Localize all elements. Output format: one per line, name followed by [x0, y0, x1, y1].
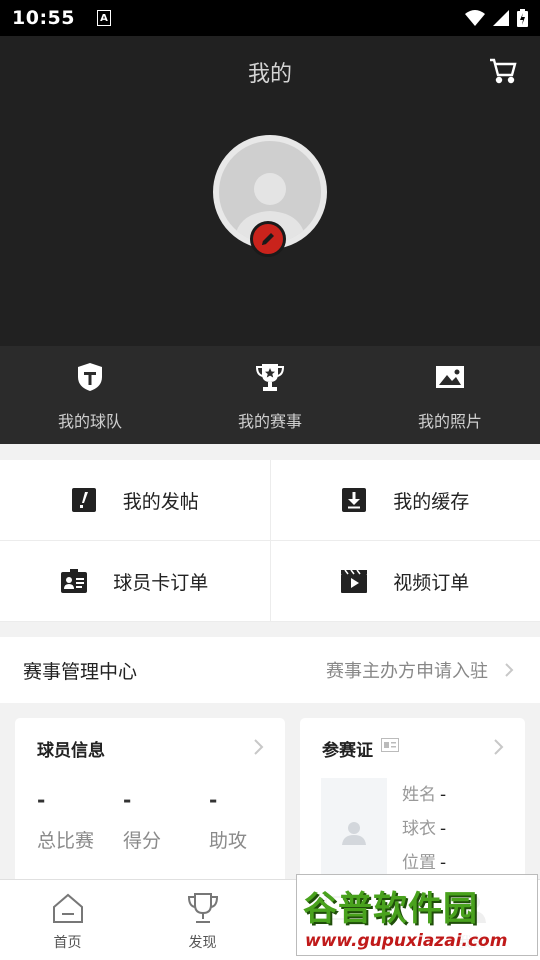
stat-label: 总比赛 [37, 830, 95, 852]
stat-total-games: - 总比赛 [37, 788, 99, 853]
field-label: 位置 [402, 853, 436, 873]
chevron-right-icon [494, 739, 504, 755]
action-grid: 我的发帖 我的缓存 球员卡订单 视频订单 [0, 460, 540, 622]
pencil-icon [262, 233, 274, 245]
trophy-icon [255, 362, 285, 392]
field-name: 姓名 - [402, 780, 446, 814]
battery-icon [517, 9, 528, 27]
watermark-title: 谷普软件园 [303, 889, 478, 929]
notification-icon: A [96, 10, 111, 26]
edit-avatar-button[interactable] [250, 221, 286, 257]
grid-row: 球员卡订单 视频订单 [0, 541, 540, 622]
event-management-title: 赛事管理中心 [23, 660, 138, 683]
quick-label-events: 我的赛事 [237, 412, 302, 431]
stat-value: - [123, 788, 132, 812]
id-card-icon [381, 738, 399, 752]
field-label: 姓名 [402, 785, 436, 805]
profile-header: 我的 [0, 36, 540, 346]
pass-card-title: 参赛证 [322, 741, 373, 761]
player-card-icon [61, 568, 88, 594]
organizer-apply-link[interactable]: 赛事主办方申请入驻 [326, 657, 488, 683]
event-management-row[interactable]: 赛事管理中心 赛事主办方申请入驻 [0, 637, 540, 703]
tab-label-discover: 发现 [188, 935, 217, 951]
signal-icon [493, 10, 509, 26]
video-icon [341, 568, 368, 594]
field-jersey: 球衣 - [402, 814, 446, 848]
page-title: 我的 [247, 62, 292, 87]
status-indicators [465, 9, 528, 27]
image-icon [435, 362, 465, 392]
my-photos-item[interactable]: 我的照片 [360, 346, 540, 444]
shield-t-icon [75, 362, 105, 392]
quick-nav: 我的球队 我的赛事 我的照片 [0, 346, 540, 444]
player-card-orders-button[interactable]: 球员卡订单 [0, 541, 270, 621]
stat-assists: - 助攻 [209, 788, 271, 853]
watermark-url: www.gupuxiazai.com [305, 931, 508, 951]
status-time: 10:55 [12, 7, 75, 29]
tab-label-home: 首页 [53, 935, 82, 951]
wifi-icon [465, 10, 485, 26]
grid-row: 我的发帖 我的缓存 [0, 460, 540, 541]
tab-discover[interactable]: 发现 [135, 880, 270, 960]
grid-label-card-orders: 球员卡订单 [113, 571, 209, 594]
player-photo-placeholder [321, 778, 387, 888]
tab-home[interactable]: 首页 [0, 880, 135, 960]
grid-label-posts: 我的发帖 [122, 490, 199, 513]
avatar[interactable] [213, 135, 327, 257]
stat-points: - 得分 [123, 788, 185, 853]
player-info-title: 球员信息 [37, 741, 105, 761]
field-value: - [440, 785, 447, 805]
cart-icon [490, 58, 517, 84]
quick-label-team: 我的球队 [57, 412, 122, 431]
download-icon [341, 487, 367, 513]
stat-value: - [37, 788, 46, 812]
quick-label-photos: 我的照片 [417, 412, 482, 431]
chevron-right-icon [504, 660, 518, 680]
grid-label-video-orders: 视频订单 [393, 571, 470, 594]
stat-value: - [209, 788, 218, 812]
chevron-right-icon [254, 739, 264, 755]
participant-pass-card[interactable]: 参赛证 姓名 - 球衣 - 位置 - [300, 718, 525, 888]
field-label: 球衣 [402, 819, 436, 839]
watermark-overlay: 谷普软件园 www.gupuxiazai.com [296, 874, 538, 956]
player-info-card[interactable]: 球员信息 - 总比赛 - 得分 - 助攻 [15, 718, 285, 888]
person-placeholder-icon [342, 822, 366, 845]
pass-fields: 姓名 - 球衣 - 位置 - [402, 780, 446, 882]
my-team-item[interactable]: 我的球队 [0, 346, 180, 444]
field-value: - [440, 819, 447, 839]
cart-button[interactable] [488, 56, 518, 86]
player-stats: - 总比赛 - 得分 - 助攻 [37, 788, 271, 853]
status-bar: 10:55 A [0, 0, 540, 36]
discover-trophy-icon [185, 890, 221, 926]
stat-label: 助攻 [209, 830, 248, 852]
my-events-item[interactable]: 我的赛事 [180, 346, 360, 444]
stat-label: 得分 [123, 830, 162, 852]
my-cache-button[interactable]: 我的缓存 [269, 460, 540, 540]
home-icon [50, 890, 86, 926]
my-posts-button[interactable]: 我的发帖 [0, 460, 270, 540]
post-edit-icon [71, 487, 97, 513]
grid-label-cache: 我的缓存 [393, 490, 470, 513]
field-value: - [440, 853, 447, 873]
video-orders-button[interactable]: 视频订单 [269, 541, 540, 621]
